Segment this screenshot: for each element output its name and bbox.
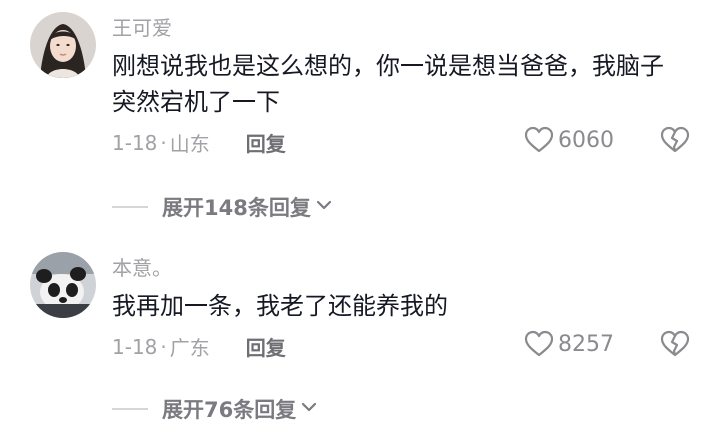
expand-replies-button[interactable]: 展开148条回复 [112, 192, 333, 222]
heart-icon [524, 126, 554, 154]
avatar[interactable] [30, 12, 96, 78]
comment-location: 广东 [169, 336, 210, 360]
comment-location: 山东 [169, 132, 210, 156]
divider-line [112, 408, 148, 410]
expand-replies-label: 展开148条回复 [162, 196, 311, 220]
comment-meta: 1-18 · 广东 回复 [112, 332, 286, 361]
avatar[interactable] [30, 252, 96, 318]
like-count: 6060 [558, 127, 614, 153]
heart-icon [524, 330, 554, 358]
dislike-button[interactable] [660, 126, 690, 154]
chevron-down-icon [311, 195, 333, 219]
comment-text: 我再加一条，我老了还能养我的 [112, 292, 448, 320]
chevron-down-icon [296, 397, 318, 421]
like-button[interactable]: 6060 [524, 126, 614, 154]
dislike-button[interactable] [660, 330, 690, 358]
like-count: 8257 [558, 331, 614, 357]
reply-button[interactable]: 回复 [246, 128, 286, 157]
broken-heart-icon [660, 126, 690, 154]
reply-button[interactable]: 回复 [246, 332, 286, 361]
comment-meta: 1-18 · 山东 回复 [112, 128, 286, 157]
comment-date: 1-18 [112, 130, 158, 155]
username[interactable]: 本意。 [112, 252, 172, 281]
comment-date: 1-18 [112, 334, 158, 359]
expand-replies-button[interactable]: 展开76条回复 [112, 394, 318, 424]
comment-text: 刚想说我也是这么想的，你一说是想当爸爸，我脑子突然宕机了一下 [112, 52, 664, 116]
broken-heart-icon [660, 330, 690, 358]
meta-separator: · [160, 334, 167, 359]
divider-line [112, 206, 148, 208]
expand-replies-label: 展开76条回复 [162, 398, 297, 422]
meta-separator: · [160, 130, 167, 155]
like-button[interactable]: 8257 [524, 330, 614, 358]
username[interactable]: 王可爱 [112, 12, 172, 41]
